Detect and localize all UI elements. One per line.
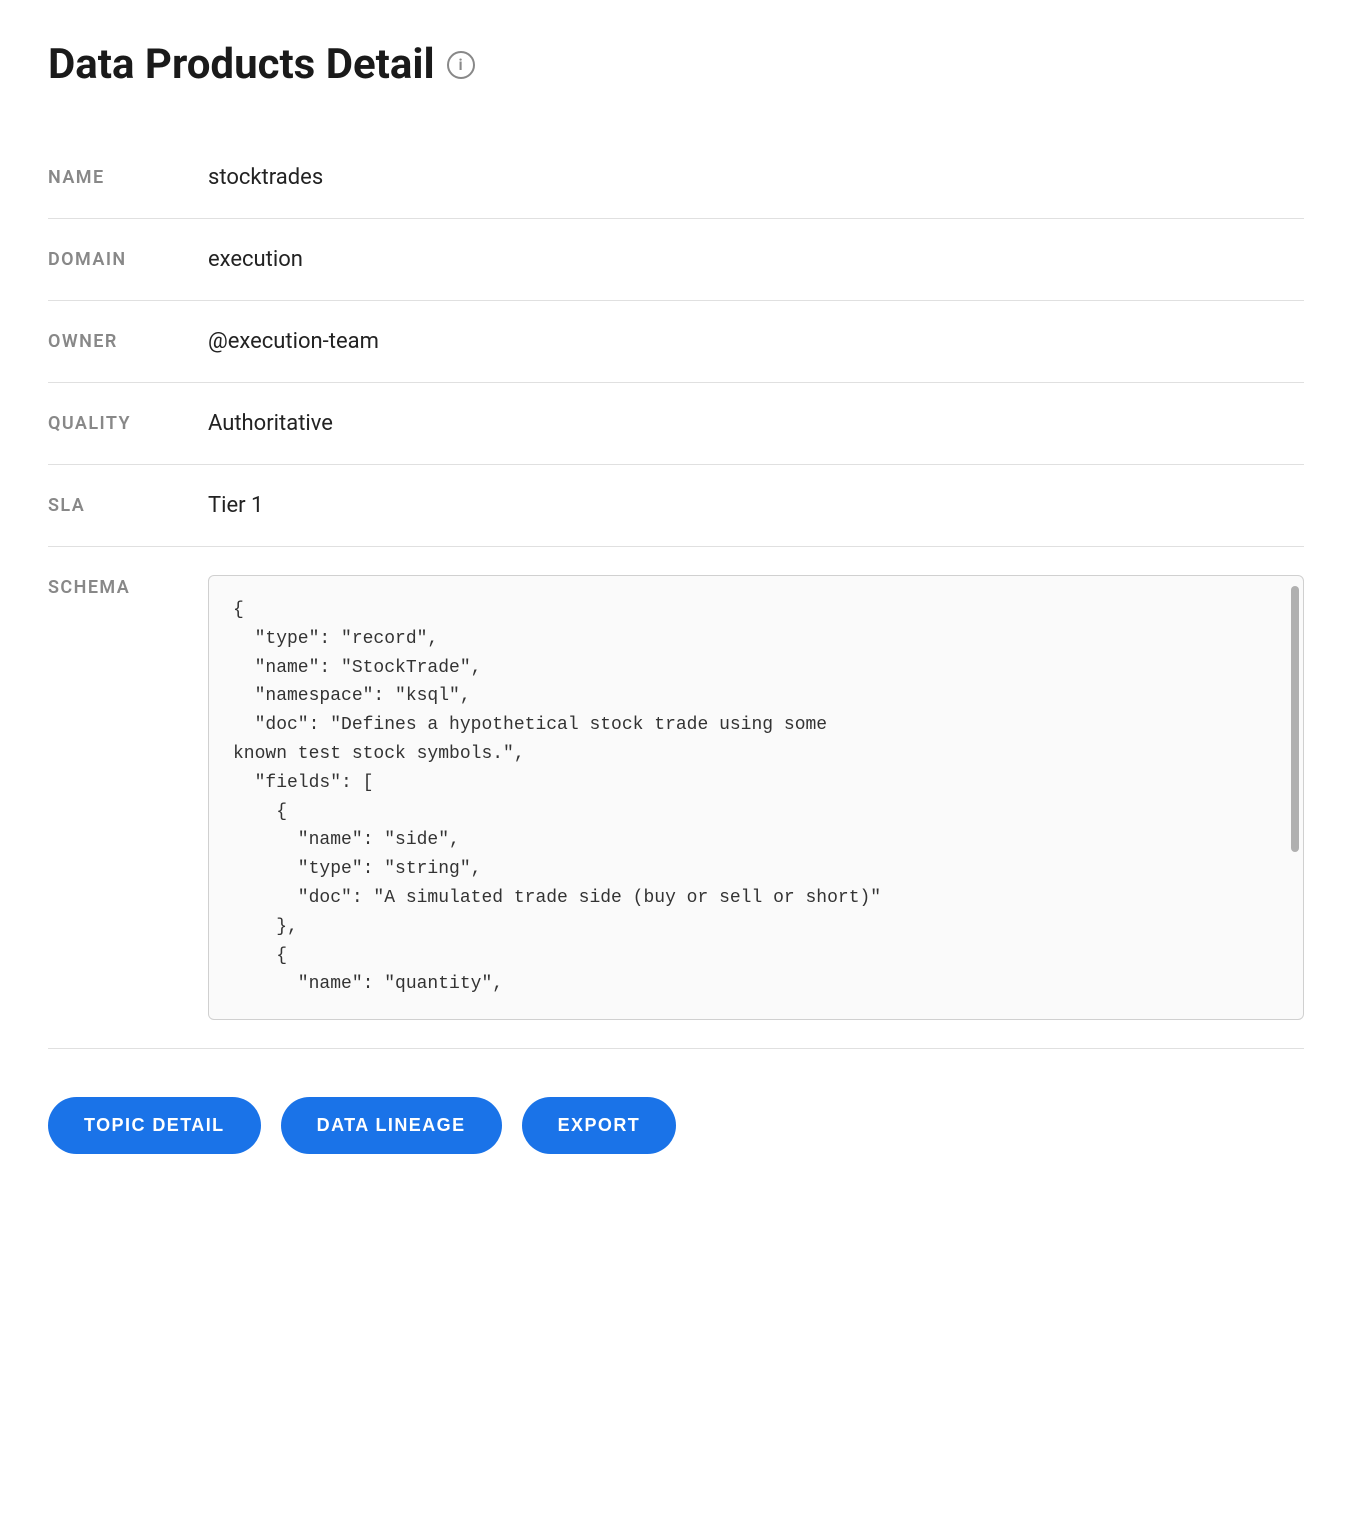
data-lineage-button[interactable]: DATA LINEAGE <box>281 1097 502 1154</box>
action-buttons: TOPIC DETAIL DATA LINEAGE EXPORT <box>48 1097 1304 1154</box>
detail-section: NAME stocktrades DOMAIN execution OWNER … <box>48 137 1304 1049</box>
name-label: NAME <box>48 165 208 188</box>
domain-value: execution <box>208 247 1304 272</box>
topic-detail-button[interactable]: TOPIC DETAIL <box>48 1097 261 1154</box>
sla-value: Tier 1 <box>208 493 1304 518</box>
page-container: Data Products Detail i NAME stocktrades … <box>48 40 1304 1154</box>
owner-row: OWNER @execution-team <box>48 301 1304 383</box>
name-row: NAME stocktrades <box>48 137 1304 219</box>
quality-label: QUALITY <box>48 411 208 434</box>
page-title: Data Products Detail <box>48 40 435 89</box>
quality-row: QUALITY Authoritative <box>48 383 1304 465</box>
name-value: stocktrades <box>208 165 1304 190</box>
domain-row: DOMAIN execution <box>48 219 1304 301</box>
schema-row: SCHEMA { "type": "record", "name": "Stoc… <box>48 547 1304 1049</box>
sla-row: SLA Tier 1 <box>48 465 1304 547</box>
page-header: Data Products Detail i <box>48 40 1304 89</box>
sla-label: SLA <box>48 493 208 516</box>
owner-label: OWNER <box>48 329 208 352</box>
quality-value: Authoritative <box>208 411 1304 436</box>
export-button[interactable]: EXPORT <box>522 1097 677 1154</box>
schema-label: SCHEMA <box>48 575 208 598</box>
domain-label: DOMAIN <box>48 247 208 270</box>
schema-value: { "type": "record", "name": "StockTrade"… <box>233 596 1279 999</box>
schema-scrollbar[interactable] <box>1291 586 1299 852</box>
owner-value: @execution-team <box>208 329 1304 354</box>
info-icon[interactable]: i <box>447 51 475 79</box>
schema-container[interactable]: { "type": "record", "name": "StockTrade"… <box>208 575 1304 1020</box>
